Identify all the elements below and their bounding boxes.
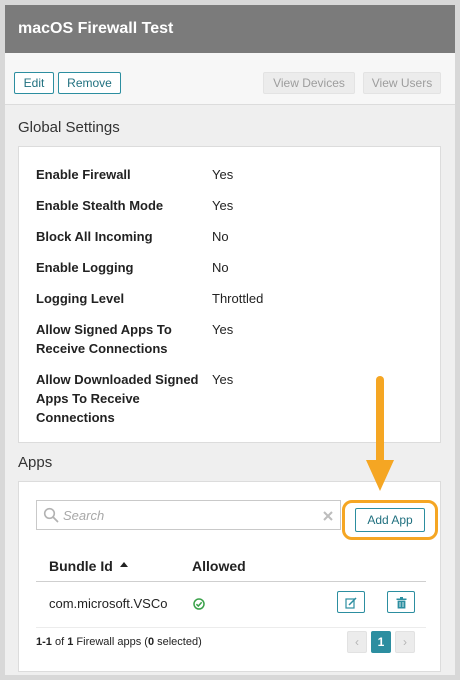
selected-suffix: selected) [157, 636, 202, 648]
window-frame: macOS Firewall Test Edit Remove View Dev… [0, 0, 460, 680]
setting-label: Allow Signed Apps To Receive Connections [36, 322, 172, 356]
table-row-divider [36, 627, 426, 628]
setting-label: Logging Level [36, 291, 125, 306]
toolbar: Edit Remove View Devices View Users [5, 53, 455, 105]
delete-app-button[interactable] [387, 591, 415, 613]
next-page-button[interactable]: › [395, 631, 415, 653]
setting-label: Block All Incoming [36, 229, 153, 244]
setting-value: Yes [212, 372, 234, 387]
setting-value: Yes [212, 322, 234, 337]
column-header-allowed: Allowed [192, 558, 246, 574]
setting-value: Yes [212, 198, 234, 213]
allowed-check-icon [193, 597, 205, 610]
selected-count: 0 [147, 636, 155, 648]
search-input[interactable] [63, 505, 313, 525]
setting-label: Allow Downloaded Signed Apps To Receive … [36, 372, 199, 425]
annotation-arrow-icon [365, 376, 395, 496]
remove-button[interactable]: Remove [58, 72, 121, 94]
table-header-divider [36, 581, 426, 582]
apps-panel: Add App Bundle Id Allowed com.microsoft.… [18, 481, 441, 672]
view-devices-button[interactable]: View Devices [263, 72, 355, 94]
setting-label: Enable Firewall [36, 167, 131, 182]
bundle-id-cell: com.microsoft.VSCo [49, 596, 168, 611]
total-value: 1 [67, 636, 74, 648]
trash-icon [396, 596, 407, 609]
apps-title: Apps [18, 454, 53, 471]
clear-search-icon[interactable] [322, 509, 334, 521]
global-settings-title: Global Settings [18, 119, 120, 136]
column-header-label: Bundle Id [49, 558, 113, 574]
column-header-bundle-id[interactable]: Bundle Id [49, 558, 128, 574]
prev-page-button[interactable]: ‹ [347, 631, 367, 653]
window-title: macOS Firewall Test [5, 5, 455, 53]
edit-app-button[interactable] [337, 591, 365, 613]
setting-value: Throttled [212, 291, 264, 306]
view-users-button[interactable]: View Users [363, 72, 441, 94]
setting-label: Enable Logging [36, 260, 134, 275]
of-text: of [54, 636, 65, 648]
footer-text: Firewall apps ( [76, 636, 148, 648]
add-app-button[interactable]: Add App [355, 508, 425, 532]
table-row[interactable]: com.microsoft.VSCo [36, 583, 426, 627]
table-footer-status: 1-1 of 1 Firewall apps (0 selected) [36, 636, 202, 648]
sort-ascending-icon [119, 562, 128, 567]
search-field [36, 500, 341, 530]
setting-value: No [212, 229, 229, 244]
search-icon [43, 507, 59, 523]
edit-icon [345, 596, 357, 609]
edit-button[interactable]: Edit [14, 72, 54, 94]
setting-value: No [212, 260, 229, 275]
page-number-button[interactable]: 1 [371, 631, 391, 653]
setting-value: Yes [212, 167, 234, 182]
setting-label: Enable Stealth Mode [36, 198, 164, 213]
range-value: 1-1 [36, 636, 52, 648]
